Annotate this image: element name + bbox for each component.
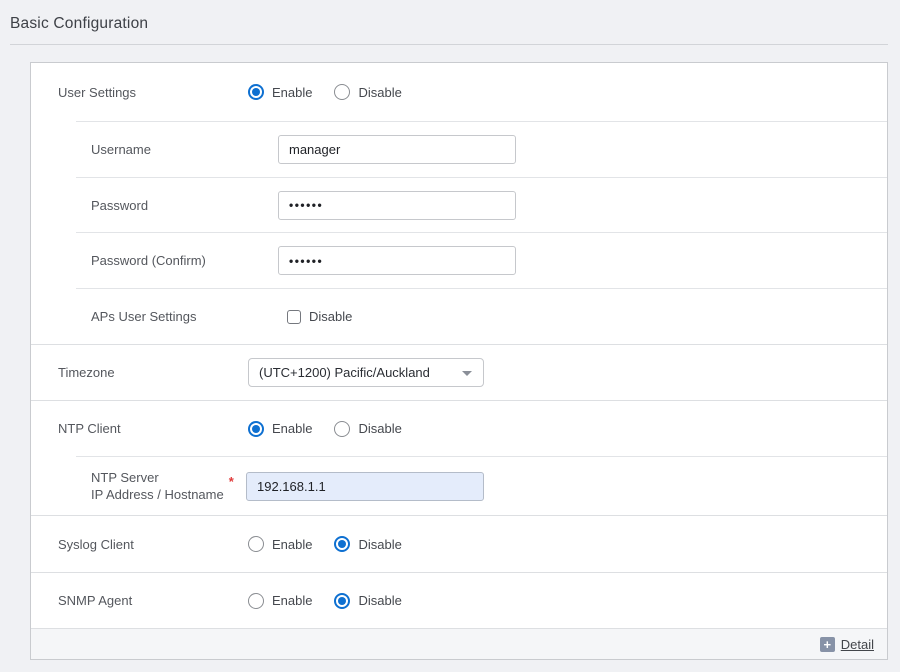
- snmp-agent-radio-group: Enable Disable: [248, 593, 402, 609]
- enable-option-label: Enable: [272, 421, 312, 436]
- snmp-agent-disable-option[interactable]: Disable: [334, 593, 401, 609]
- enable-option-label: Enable: [272, 593, 312, 608]
- aps-user-settings-disable-checkbox[interactable]: [287, 310, 301, 324]
- chevron-down-icon: [462, 371, 472, 376]
- page-title: Basic Configuration: [10, 15, 888, 33]
- ntp-server-label: NTP Server IP Address / Hostname *: [76, 469, 246, 503]
- required-asterisk: *: [229, 474, 234, 489]
- timezone-select[interactable]: (UTC+1200) Pacific/Auckland: [248, 358, 484, 387]
- snmp-agent-enable-option[interactable]: Enable: [248, 593, 312, 609]
- ntp-server-label-text: NTP Server IP Address / Hostname: [91, 469, 224, 503]
- ntp-server-label-line2: IP Address / Hostname: [91, 487, 224, 502]
- username-label: Username: [76, 142, 278, 157]
- user-settings-subgroup: Username Password Password (Confirm) APs…: [76, 121, 887, 344]
- syslog-client-disable-radio[interactable]: [334, 536, 350, 552]
- ntp-server-row: NTP Server IP Address / Hostname *: [76, 456, 887, 515]
- ntp-server-label-line1: NTP Server: [91, 470, 159, 485]
- aps-user-settings-row: APs User Settings Disable: [76, 288, 887, 344]
- syslog-client-enable-radio[interactable]: [248, 536, 264, 552]
- timezone-label: Timezone: [31, 365, 248, 380]
- snmp-agent-label: SNMP Agent: [31, 593, 248, 608]
- ntp-client-disable-radio[interactable]: [334, 421, 350, 437]
- disable-option-label: Disable: [358, 537, 401, 552]
- ntp-subgroup: NTP Server IP Address / Hostname *: [76, 456, 887, 515]
- user-settings-radio-group: Enable Disable: [248, 84, 402, 100]
- password-label: Password: [76, 198, 278, 213]
- title-divider: [10, 44, 888, 45]
- password-row: Password: [76, 177, 887, 232]
- ntp-server-input[interactable]: [246, 472, 484, 501]
- username-input[interactable]: [278, 135, 516, 164]
- ntp-client-enable-option[interactable]: Enable: [248, 421, 312, 437]
- timezone-row: Timezone (UTC+1200) Pacific/Auckland: [31, 344, 887, 400]
- snmp-agent-disable-radio[interactable]: [334, 593, 350, 609]
- snmp-agent-enable-radio[interactable]: [248, 593, 264, 609]
- basic-configuration-panel: User Settings Enable Disable Username Pa…: [30, 62, 888, 660]
- syslog-client-enable-option[interactable]: Enable: [248, 536, 312, 552]
- ntp-client-label: NTP Client: [31, 421, 248, 436]
- password-confirm-label: Password (Confirm): [76, 253, 278, 268]
- syslog-client-row: Syslog Client Enable Disable: [31, 515, 887, 572]
- password-input[interactable]: [278, 191, 516, 220]
- user-settings-disable-option[interactable]: Disable: [334, 84, 401, 100]
- enable-option-label: Enable: [272, 85, 312, 100]
- user-settings-enable-radio[interactable]: [248, 84, 264, 100]
- user-settings-enable-option[interactable]: Enable: [248, 84, 312, 100]
- password-confirm-input[interactable]: [278, 246, 516, 275]
- aps-user-settings-label: APs User Settings: [76, 309, 278, 324]
- page-header: Basic Configuration: [0, 0, 900, 33]
- ntp-client-enable-radio[interactable]: [248, 421, 264, 437]
- user-settings-label: User Settings: [31, 85, 248, 100]
- ntp-client-row: NTP Client Enable Disable: [31, 400, 887, 456]
- aps-disable-option-label: Disable: [309, 309, 352, 324]
- detail-link-label: Detail: [841, 637, 874, 652]
- syslog-client-disable-option[interactable]: Disable: [334, 536, 401, 552]
- timezone-selected-value: (UTC+1200) Pacific/Auckland: [259, 365, 430, 380]
- ntp-client-disable-option[interactable]: Disable: [334, 421, 401, 437]
- username-row: Username: [76, 121, 887, 177]
- disable-option-label: Disable: [358, 421, 401, 436]
- user-settings-row: User Settings Enable Disable: [31, 63, 887, 121]
- disable-option-label: Disable: [358, 593, 401, 608]
- snmp-agent-row: SNMP Agent Enable Disable: [31, 572, 887, 628]
- detail-link[interactable]: + Detail: [820, 637, 874, 652]
- password-confirm-row: Password (Confirm): [76, 232, 887, 288]
- ntp-client-radio-group: Enable Disable: [248, 421, 402, 437]
- disable-option-label: Disable: [358, 85, 401, 100]
- enable-option-label: Enable: [272, 537, 312, 552]
- panel-footer: + Detail: [31, 628, 887, 659]
- user-settings-disable-radio[interactable]: [334, 84, 350, 100]
- plus-icon: +: [820, 637, 835, 652]
- syslog-client-radio-group: Enable Disable: [248, 536, 402, 552]
- syslog-client-label: Syslog Client: [31, 537, 248, 552]
